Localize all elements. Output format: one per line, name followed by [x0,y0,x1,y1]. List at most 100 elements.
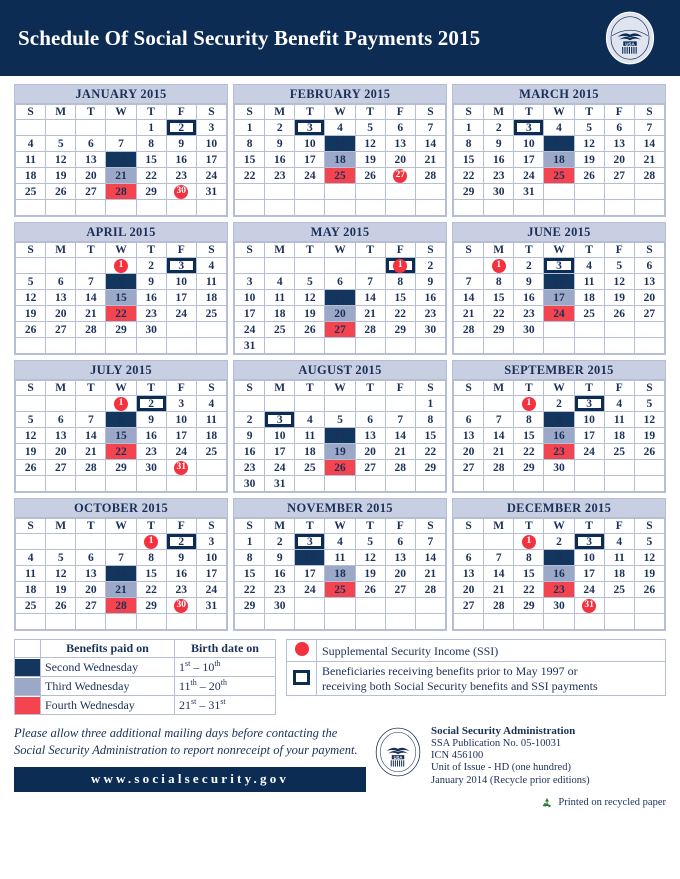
day-cell[interactable]: 27 [354,459,386,476]
day-cell[interactable]: 27 [603,167,635,184]
day-cell[interactable]: 30 [543,459,575,476]
day-cell[interactable]: 27 [45,321,77,338]
day-cell[interactable]: 5 [45,549,77,566]
day-cell[interactable]: 10 [195,549,228,566]
day-cell[interactable]: 15 [233,565,266,582]
day-cell-second-wednesday[interactable]: 14 [105,151,137,168]
day-cell-outlined[interactable]: 3 [573,395,605,412]
day-cell[interactable]: 30 [513,321,545,338]
day-cell[interactable]: 19 [633,427,666,444]
day-cell-outlined[interactable]: 2 [165,119,197,136]
day-cell[interactable]: 30 [135,321,167,338]
day-cell-second-wednesday[interactable]: 8 [105,411,137,428]
day-cell[interactable]: 5 [324,411,356,428]
day-cell-ssi[interactable]: 1 [135,533,167,550]
day-cell[interactable]: 24 [233,321,266,338]
day-cell[interactable]: 24 [195,581,228,598]
day-cell[interactable]: 14 [75,289,107,306]
day-cell[interactable]: 21 [75,305,107,322]
website-url-bar[interactable]: www.socialsecurity.gov [14,766,366,792]
day-cell[interactable]: 23 [264,581,296,598]
day-cell[interactable]: 19 [354,565,386,582]
day-cell[interactable]: 31 [264,475,296,492]
day-cell[interactable]: 8 [135,135,167,152]
day-cell[interactable]: 9 [135,411,167,428]
day-cell-fourth-wednesday[interactable]: 28 [105,183,137,200]
day-cell[interactable]: 4 [195,395,228,412]
day-cell[interactable]: 7 [75,273,107,290]
day-cell[interactable]: 15 [135,565,167,582]
day-cell[interactable]: 2 [543,395,575,412]
day-cell[interactable]: 22 [135,581,167,598]
day-cell[interactable]: 31 [233,337,266,354]
day-cell[interactable]: 16 [135,427,167,444]
day-cell[interactable]: 4 [195,257,228,274]
day-cell[interactable]: 15 [135,151,167,168]
day-cell[interactable]: 14 [354,289,386,306]
day-cell[interactable]: 21 [354,305,386,322]
day-cell[interactable]: 1 [135,119,167,136]
day-cell[interactable]: 6 [45,273,77,290]
day-cell[interactable]: 8 [384,273,416,290]
day-cell[interactable]: 17 [195,565,228,582]
day-cell[interactable]: 13 [384,135,416,152]
day-cell[interactable]: 16 [414,289,447,306]
day-cell[interactable]: 3 [233,273,266,290]
day-cell[interactable]: 6 [324,273,356,290]
day-cell[interactable]: 19 [45,167,77,184]
day-cell[interactable]: 2 [513,257,545,274]
day-cell-second-wednesday[interactable]: 13 [324,289,356,306]
day-cell[interactable]: 20 [603,151,635,168]
day-cell[interactable]: 2 [543,533,575,550]
day-cell[interactable]: 26 [294,321,326,338]
day-cell[interactable]: 4 [324,533,356,550]
day-cell[interactable]: 7 [105,549,137,566]
day-cell[interactable]: 13 [354,427,386,444]
day-cell[interactable]: 5 [633,395,666,412]
day-cell[interactable]: 1 [233,119,266,136]
day-cell[interactable]: 27 [452,597,485,614]
day-cell[interactable]: 7 [354,273,386,290]
day-cell[interactable]: 12 [14,289,47,306]
day-cell[interactable]: 22 [452,167,485,184]
day-cell[interactable]: 2 [264,119,296,136]
day-cell[interactable]: 16 [233,443,266,460]
day-cell[interactable]: 6 [75,549,107,566]
day-cell[interactable]: 28 [483,597,515,614]
day-cell[interactable]: 31 [195,183,228,200]
day-cell[interactable]: 27 [75,183,107,200]
day-cell[interactable]: 26 [14,459,47,476]
day-cell[interactable]: 25 [14,597,47,614]
day-cell[interactable]: 17 [573,565,605,582]
day-cell[interactable]: 31 [195,597,228,614]
day-cell[interactable]: 28 [414,581,447,598]
day-cell[interactable]: 20 [384,565,416,582]
day-cell-ssi[interactable]: 1 [105,395,137,412]
day-cell-outlined[interactable]: 3 [573,533,605,550]
day-cell[interactable]: 18 [294,443,326,460]
day-cell[interactable]: 2 [233,411,266,428]
day-cell[interactable]: 4 [573,257,605,274]
day-cell[interactable]: 21 [633,151,666,168]
day-cell[interactable]: 27 [384,581,416,598]
day-cell[interactable]: 7 [633,119,666,136]
day-cell[interactable]: 8 [452,135,485,152]
day-cell[interactable]: 6 [452,411,485,428]
day-cell[interactable]: 11 [573,273,605,290]
day-cell[interactable]: 25 [573,305,605,322]
day-cell[interactable]: 10 [573,549,605,566]
day-cell[interactable]: 11 [14,565,47,582]
day-cell[interactable]: 21 [384,443,416,460]
day-cell-fourth-wednesday[interactable]: 23 [543,443,575,460]
day-cell[interactable]: 8 [513,411,545,428]
day-cell[interactable]: 23 [135,305,167,322]
day-cell[interactable]: 30 [543,597,575,614]
day-cell[interactable]: 6 [384,533,416,550]
day-cell[interactable]: 13 [384,549,416,566]
day-cell[interactable]: 1 [452,119,485,136]
day-cell[interactable]: 25 [294,459,326,476]
day-cell[interactable]: 6 [384,119,416,136]
day-cell[interactable]: 20 [452,443,485,460]
day-cell[interactable]: 22 [233,167,266,184]
day-cell[interactable]: 24 [264,459,296,476]
